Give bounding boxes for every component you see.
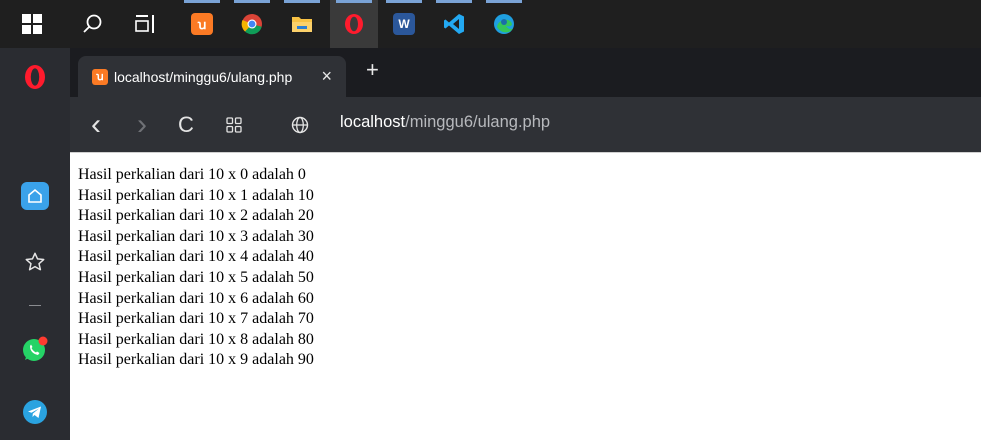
reload-icon: C xyxy=(178,111,194,137)
taskbar-app-word[interactable]: W xyxy=(380,0,428,48)
sidebar-bookmarks-button[interactable] xyxy=(0,244,70,280)
taskbar-app-file-explorer[interactable] xyxy=(278,0,326,48)
taskbar-app-opera[interactable] xyxy=(330,0,378,48)
taskbar-app-vscode[interactable] xyxy=(430,0,478,48)
edge-app-icon xyxy=(494,14,514,34)
windows-start-button[interactable] xyxy=(8,0,56,48)
address-toolbar: ‹ › C localhost/minggu6/ulang.php xyxy=(70,97,981,152)
xampp-app-icon: ꭒ xyxy=(191,13,213,35)
running-indicator xyxy=(184,0,220,3)
tab-active[interactable]: ꭒ localhost/minggu6/ulang.php × xyxy=(78,56,346,97)
output-line: Hasil perkalian dari 10 x 4 adalah 40 xyxy=(78,248,314,266)
home-icon xyxy=(21,182,49,210)
url-host: localhost xyxy=(340,113,406,131)
vscode-app-icon xyxy=(444,14,464,34)
taskbar-app-edge[interactable] xyxy=(480,0,528,48)
running-indicator xyxy=(284,0,320,3)
address-field[interactable]: localhost/minggu6/ulang.php xyxy=(340,113,550,132)
word-app-icon: W xyxy=(393,13,415,35)
output-line: Hasil perkalian dari 10 x 6 adalah 60 xyxy=(78,289,314,307)
telegram-icon xyxy=(23,400,47,424)
opera-menu-button[interactable] xyxy=(0,62,70,92)
file-explorer-icon xyxy=(292,17,312,32)
windows-start-icon xyxy=(22,14,42,34)
running-indicator xyxy=(336,0,372,3)
output-line: Hasil perkalian dari 10 x 2 adalah 20 xyxy=(78,207,314,225)
tab-title: localhost/minggu6/ulang.php xyxy=(114,68,293,85)
taskbar-search-button[interactable] xyxy=(68,0,116,48)
running-indicator xyxy=(234,0,270,3)
output-line: Hasil perkalian dari 10 x 3 adalah 30 xyxy=(78,227,314,245)
tab-overview-button[interactable] xyxy=(218,97,250,152)
back-icon: ‹ xyxy=(91,107,101,141)
sidebar-home-button[interactable] xyxy=(0,176,70,216)
taskbar-app-chrome[interactable] xyxy=(228,0,276,48)
windows-taskbar: ꭒ W xyxy=(0,0,981,48)
new-tab-button[interactable]: + xyxy=(366,57,379,83)
output-line: Hasil perkalian dari 10 x 7 adalah 70 xyxy=(78,310,314,328)
globe-icon xyxy=(291,116,309,133)
tab-overview-icon xyxy=(226,116,242,133)
sidebar-whatsapp-button[interactable] xyxy=(0,330,70,368)
output-line: Hasil perkalian dari 10 x 8 adalah 80 xyxy=(78,330,314,348)
url-path: /minggu6/ulang.php xyxy=(405,113,551,131)
running-indicator xyxy=(436,0,472,3)
sidebar-divider xyxy=(29,305,41,306)
search-icon xyxy=(83,14,102,33)
tab-close-icon[interactable]: × xyxy=(321,66,332,87)
task-view-button[interactable] xyxy=(122,0,170,48)
task-view-icon xyxy=(135,15,154,33)
whatsapp-icon xyxy=(23,336,48,361)
running-indicator xyxy=(486,0,522,3)
taskbar-app-xampp[interactable]: ꭒ xyxy=(178,0,226,48)
page-content: Hasil perkalian dari 10 x 0 adalah 0 Has… xyxy=(70,152,981,440)
site-info-button[interactable] xyxy=(284,97,316,152)
forward-button[interactable]: › xyxy=(126,97,158,152)
running-indicator xyxy=(386,0,422,3)
opera-logo-icon xyxy=(25,65,45,89)
opera-app-icon xyxy=(345,14,363,34)
output-line: Hasil perkalian dari 10 x 1 adalah 10 xyxy=(78,186,314,204)
xampp-icon: ꭒ xyxy=(92,68,108,85)
chrome-app-icon xyxy=(241,14,262,35)
opera-sidebar xyxy=(0,48,70,440)
reload-button[interactable]: C xyxy=(170,97,202,152)
output-line: Hasil perkalian dari 10 x 9 adalah 90 xyxy=(78,351,314,369)
back-button[interactable]: ‹ xyxy=(80,97,112,152)
output-line: Hasil perkalian dari 10 x 0 adalah 0 xyxy=(78,166,306,183)
forward-icon: › xyxy=(137,107,147,141)
bookmarks-star-icon xyxy=(25,252,45,271)
output-line: Hasil perkalian dari 10 x 5 adalah 50 xyxy=(78,268,314,286)
sidebar-telegram-button[interactable] xyxy=(0,394,70,430)
tab-strip: ꭒ localhost/minggu6/ulang.php × + xyxy=(70,48,981,97)
